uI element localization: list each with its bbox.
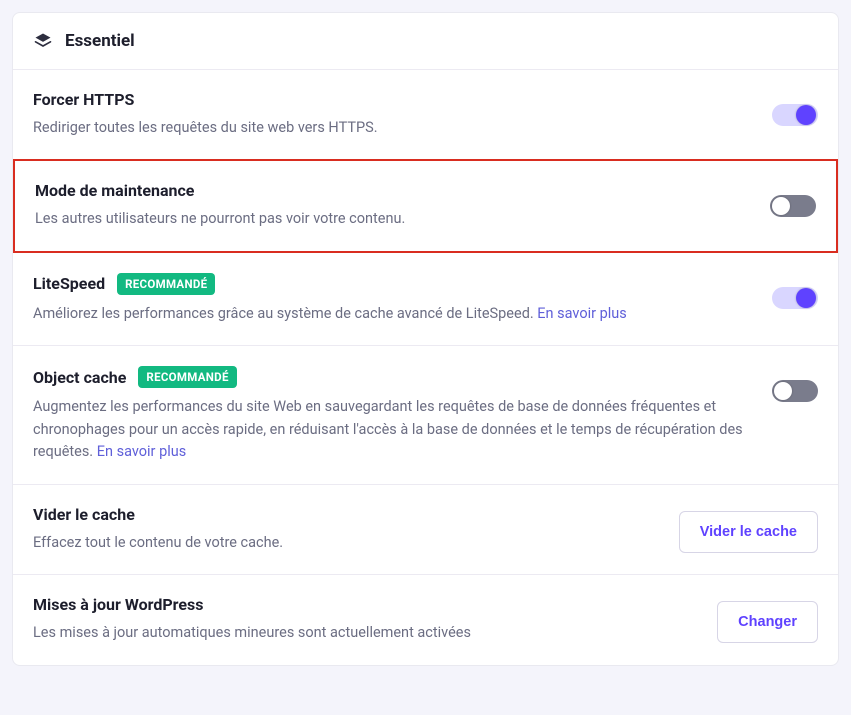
object-cache-badge: RECOMMANDÉ [138, 366, 236, 388]
object-cache-desc: Augmentez les performances du site Web e… [33, 396, 752, 463]
maintenance-desc: Les autres utilisateurs ne pourront pas … [35, 208, 750, 230]
section-object-cache: Object cache RECOMMANDÉ Augmentez les pe… [13, 346, 838, 484]
wp-updates-desc: Les mises à jour automatiques mineures s… [33, 622, 697, 644]
wp-updates-heading: Mises à jour WordPress [33, 595, 203, 614]
force-https-desc: Rediriger toutes les requêtes du site we… [33, 117, 752, 139]
force-https-toggle[interactable] [772, 104, 818, 126]
card-title: Essentiel [65, 31, 135, 51]
object-cache-learn-more-link[interactable]: En savoir plus [97, 443, 186, 460]
object-cache-toggle[interactable] [772, 380, 818, 402]
clear-cache-heading: Vider le cache [33, 505, 135, 524]
section-clear-cache: Vider le cache Effacez tout le contenu d… [13, 485, 838, 575]
force-https-heading: Forcer HTTPS [33, 90, 134, 109]
litespeed-toggle[interactable] [772, 287, 818, 309]
litespeed-badge: RECOMMANDÉ [117, 273, 215, 295]
layers-icon [33, 31, 53, 51]
section-maintenance-mode: Mode de maintenance Les autres utilisate… [13, 159, 838, 252]
object-cache-heading: Object cache [33, 368, 126, 387]
litespeed-learn-more-link[interactable]: En savoir plus [537, 305, 626, 322]
section-wp-updates: Mises à jour WordPress Les mises à jour … [13, 575, 838, 664]
clear-cache-desc: Effacez tout le contenu de votre cache. [33, 532, 659, 554]
wp-updates-change-button[interactable]: Changer [717, 601, 818, 643]
essentials-card: Essentiel Forcer HTTPS Rediriger toutes … [12, 12, 839, 666]
clear-cache-button[interactable]: Vider le cache [679, 511, 818, 553]
maintenance-toggle[interactable] [770, 195, 816, 217]
litespeed-desc: Améliorez les performances grâce au syst… [33, 303, 752, 325]
card-header: Essentiel [13, 13, 838, 70]
maintenance-heading: Mode de maintenance [35, 181, 194, 200]
litespeed-heading: LiteSpeed [33, 274, 105, 293]
section-force-https: Forcer HTTPS Rediriger toutes les requêt… [13, 70, 838, 160]
section-litespeed: LiteSpeed RECOMMANDÉ Améliorez les perfo… [13, 253, 838, 346]
